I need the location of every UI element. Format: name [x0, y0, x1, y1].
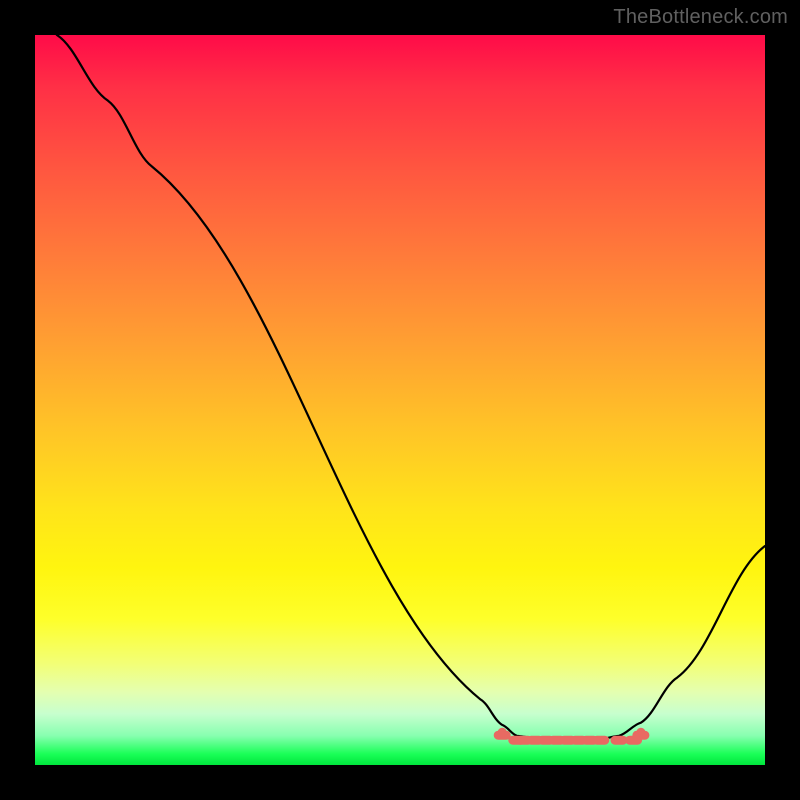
trough-endpoint [636, 728, 645, 737]
curve-layer [35, 35, 765, 765]
watermark-text: TheBottleneck.com [613, 6, 788, 29]
trough-endpoint [498, 728, 507, 737]
plot-area [35, 35, 765, 765]
chart-container: TheBottleneck.com [0, 0, 800, 800]
bottleneck-curve [57, 35, 765, 742]
